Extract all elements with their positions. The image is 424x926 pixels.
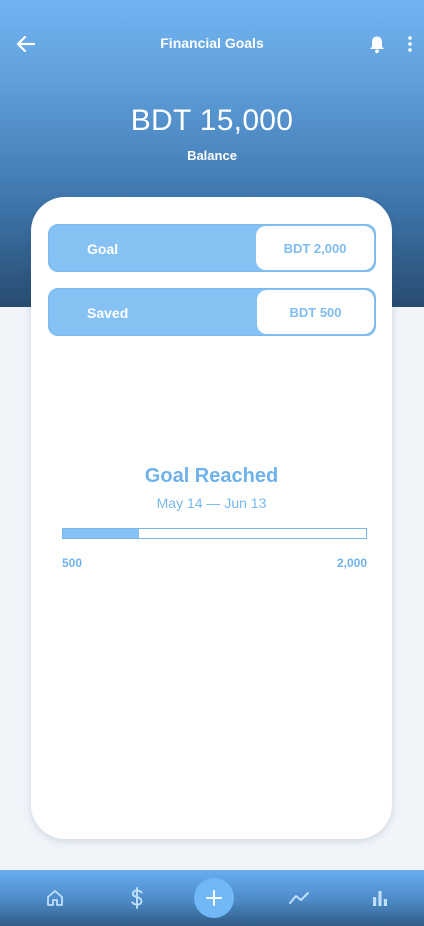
progress-max-label: 2,000 xyxy=(336,556,367,570)
more-vertical-icon xyxy=(408,36,412,52)
progress-bar xyxy=(62,528,367,539)
date-range: May 14 — Jun 13 xyxy=(156,495,267,511)
goal-status: Goal Reached xyxy=(144,465,279,487)
progress-min-label: 500 xyxy=(62,556,83,570)
saved-label: Saved xyxy=(87,305,129,321)
goal-row: Goal BDT 2,000 xyxy=(48,224,376,272)
notifications-button[interactable] xyxy=(366,33,388,55)
nav-home[interactable] xyxy=(41,884,69,912)
bell-icon xyxy=(370,36,384,53)
bar-chart-icon xyxy=(373,891,387,906)
dollar-icon xyxy=(131,887,143,909)
nav-money[interactable] xyxy=(123,884,151,912)
saved-value: BDT 500 xyxy=(257,290,374,334)
progress-fill xyxy=(63,529,139,538)
balance-label: Balance xyxy=(187,148,237,163)
top-bar: Financial Goals xyxy=(0,0,424,86)
nav-trends[interactable] xyxy=(285,884,313,912)
bottom-nav xyxy=(0,870,424,926)
home-icon xyxy=(47,890,63,906)
goal-label: Goal xyxy=(87,241,119,257)
goal-card: Goal BDT 2,000 Saved BDT 500 Goal Reache… xyxy=(31,197,392,839)
plus-icon xyxy=(206,890,222,906)
more-options-button[interactable] xyxy=(400,33,420,55)
add-button[interactable] xyxy=(194,878,234,918)
page-title: Financial Goals xyxy=(160,35,264,51)
goal-value: BDT 2,000 xyxy=(256,226,374,270)
balance-amount: BDT 15,000 xyxy=(130,104,294,137)
nav-stats[interactable] xyxy=(366,884,394,912)
trend-icon xyxy=(289,892,309,904)
saved-row: Saved BDT 500 xyxy=(48,288,376,336)
